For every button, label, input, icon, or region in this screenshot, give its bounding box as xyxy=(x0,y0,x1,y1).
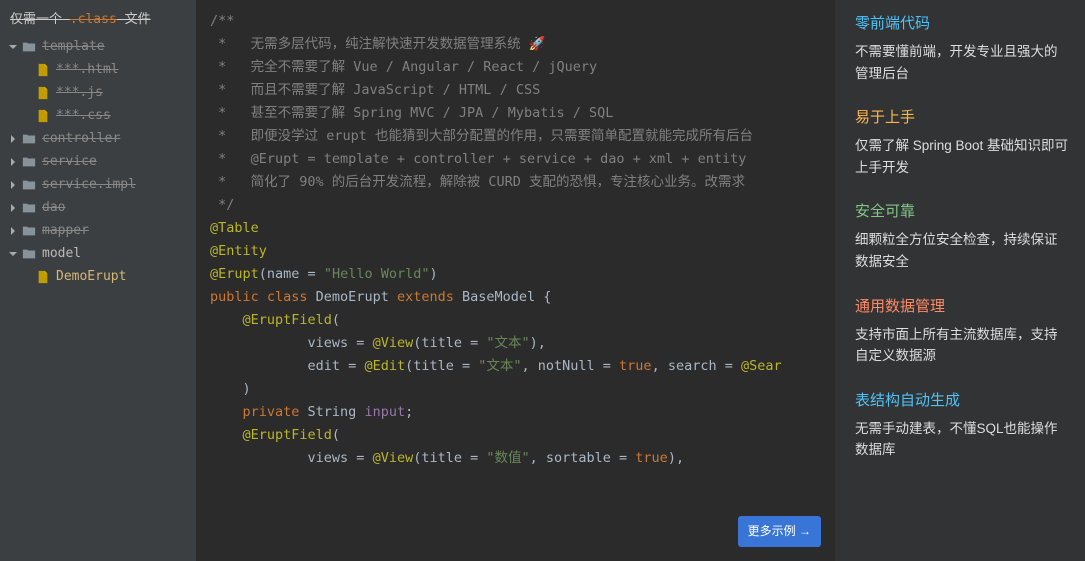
folder-icon xyxy=(22,40,36,54)
feature-item: 通用数据管理支持市面上所有主流数据库，支持自定义数据源 xyxy=(851,295,1069,367)
feature-desc: 仅需了解 Spring Boot 基础知识即可上手开发 xyxy=(855,135,1069,178)
folder-template[interactable]: template xyxy=(0,35,196,58)
code-line: private String input; xyxy=(210,401,835,424)
file-***.js[interactable]: ***.js xyxy=(0,81,196,104)
chevron-down-icon xyxy=(8,249,18,259)
feature-item: 易于上手仅需了解 Spring Boot 基础知识即可上手开发 xyxy=(851,106,1069,178)
more-examples-button[interactable]: 更多示例 → xyxy=(738,516,821,547)
folder-model[interactable]: model xyxy=(0,242,196,265)
tree-label: controller xyxy=(42,131,120,146)
feature-desc: 细颗粒全方位安全检查，持续保证数据安全 xyxy=(855,229,1069,272)
file-icon xyxy=(36,63,50,77)
code-editor[interactable]: /** * 无需多层代码，纯注解快速开发数据管理系统 🚀 * 完全不需要了解 V… xyxy=(196,0,835,561)
code-line: /** xyxy=(210,10,835,33)
tree-label: dao xyxy=(42,200,65,215)
feature-title: 通用数据管理 xyxy=(855,295,1069,316)
code-line: * 甚至不需要了解 Spring MVC / JPA / Mybatis / S… xyxy=(210,102,835,125)
code-line: * @Erupt = template + controller + servi… xyxy=(210,148,835,171)
file-icon xyxy=(36,86,50,100)
code-line: * 简化了 90% 的后台开发流程，解除被 CURD 支配的恐惧，专注核心业务。… xyxy=(210,171,835,194)
folder-controller[interactable]: controller xyxy=(0,127,196,150)
code-line: ) xyxy=(210,378,835,401)
file-DemoErupt[interactable]: DemoErupt xyxy=(0,265,196,288)
file-tree-sidebar: 仅需一个 .class 文件 template ***.html ***.js ***… xyxy=(0,0,196,561)
code-line: */ xyxy=(210,194,835,217)
folder-mapper[interactable]: mapper xyxy=(0,219,196,242)
feature-item: 零前端代码不需要懂前端，开发专业且强大的管理后台 xyxy=(851,12,1069,84)
folder-icon xyxy=(22,178,36,192)
code-line: views = @View(title = "文本"), xyxy=(210,332,835,355)
folder-icon xyxy=(22,247,36,261)
feature-desc: 支持市面上所有主流数据库，支持自定义数据源 xyxy=(855,324,1069,367)
code-line: * 无需多层代码，纯注解快速开发数据管理系统 🚀 xyxy=(210,33,835,56)
tree-label: template xyxy=(42,39,105,54)
code-line: @Entity xyxy=(210,240,835,263)
sidebar-header: 仅需一个 .class 文件 xyxy=(0,4,196,35)
chevron-right-icon xyxy=(8,226,18,236)
feature-title: 易于上手 xyxy=(855,106,1069,127)
folder-icon xyxy=(22,224,36,238)
feature-title: 表结构自动生成 xyxy=(855,389,1069,410)
features-panel: 零前端代码不需要懂前端，开发专业且强大的管理后台易于上手仅需了解 Spring … xyxy=(835,0,1085,561)
code-line: @EruptField( xyxy=(210,424,835,447)
feature-title: 安全可靠 xyxy=(855,200,1069,221)
folder-icon xyxy=(22,132,36,146)
folder-dao[interactable]: dao xyxy=(0,196,196,219)
code-line: * 即便没学过 erupt 也能猜到大部分配置的作用，只需要简单配置就能完成所有… xyxy=(210,125,835,148)
file-icon xyxy=(36,270,50,284)
tree-label: ***.css xyxy=(56,108,111,123)
chevron-right-icon xyxy=(8,203,18,213)
folder-icon xyxy=(22,155,36,169)
tree-label: model xyxy=(42,246,81,261)
code-line: @Table xyxy=(210,217,835,240)
file-***.html[interactable]: ***.html xyxy=(0,58,196,81)
tree-label: service xyxy=(42,154,97,169)
folder-service[interactable]: service xyxy=(0,150,196,173)
folder-service.impl[interactable]: service.impl xyxy=(0,173,196,196)
chevron-right-icon xyxy=(8,180,18,190)
code-line: @EruptField( xyxy=(210,309,835,332)
code-line: * 而且不需要了解 JavaScript / HTML / CSS xyxy=(210,79,835,102)
tree-label: ***.js xyxy=(56,85,103,100)
tree-label: service.impl xyxy=(42,177,136,192)
tree-label: DemoErupt xyxy=(56,269,126,284)
feature-title: 零前端代码 xyxy=(855,12,1069,33)
file-***.css[interactable]: ***.css xyxy=(0,104,196,127)
feature-desc: 无需手动建表，不懂SQL也能操作数据库 xyxy=(855,418,1069,461)
code-line: public class DemoErupt extends BaseModel… xyxy=(210,286,835,309)
code-line: * 完全不需要了解 Vue / Angular / React / jQuery xyxy=(210,56,835,79)
feature-item: 表结构自动生成无需手动建表，不懂SQL也能操作数据库 xyxy=(851,389,1069,461)
feature-desc: 不需要懂前端，开发专业且强大的管理后台 xyxy=(855,41,1069,84)
chevron-right-icon xyxy=(8,134,18,144)
chevron-down-icon xyxy=(8,42,18,52)
chevron-right-icon xyxy=(8,157,18,167)
feature-item: 安全可靠细颗粒全方位安全检查，持续保证数据安全 xyxy=(851,200,1069,272)
tree-label: ***.html xyxy=(56,62,119,77)
tree-label: mapper xyxy=(42,223,89,238)
folder-icon xyxy=(22,201,36,215)
code-line: views = @View(title = "数值", sortable = t… xyxy=(210,447,835,470)
code-line: @Erupt(name = "Hello World") xyxy=(210,263,835,286)
file-icon xyxy=(36,109,50,123)
code-line: edit = @Edit(title = "文本", notNull = tru… xyxy=(210,355,835,378)
